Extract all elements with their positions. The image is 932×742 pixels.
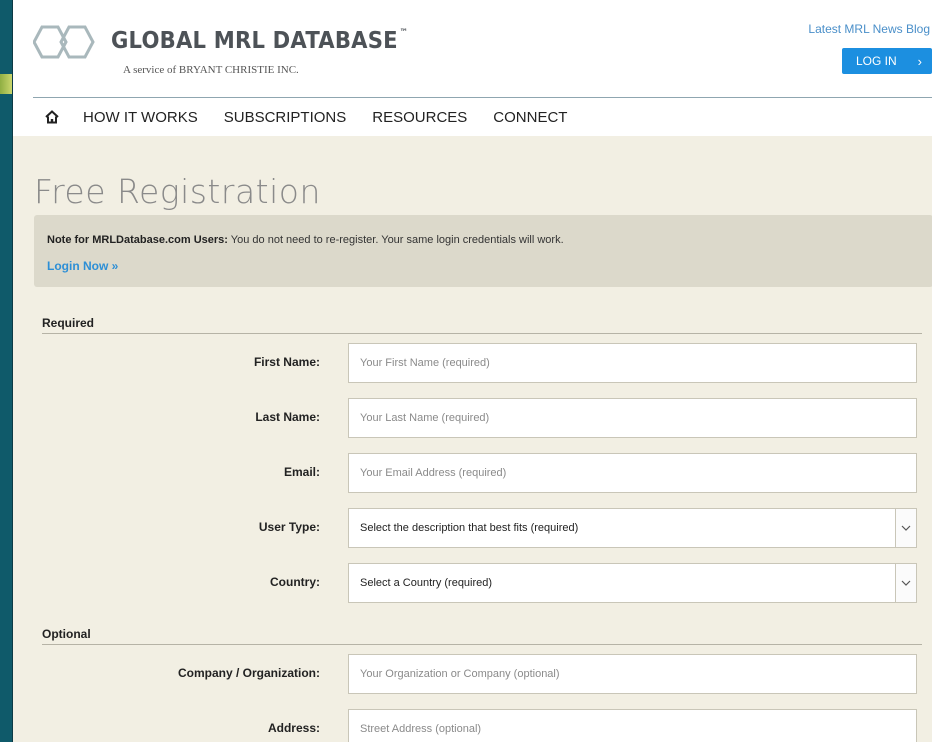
nav-resources[interactable]: RESOURCES xyxy=(372,109,467,126)
last-name-row: Last Name: Your Last Name (required) xyxy=(13,398,932,440)
country-label: Country: xyxy=(270,575,320,589)
company-input[interactable]: Your Organization or Company (optional) xyxy=(348,654,917,694)
user-type-row: User Type: Select the description that b… xyxy=(13,508,932,550)
email-row: Email: Your Email Address (required) xyxy=(13,453,932,495)
home-icon[interactable] xyxy=(45,110,59,124)
login-now-link[interactable]: Login Now » xyxy=(47,259,118,273)
nav-how-it-works[interactable]: HOW IT WORKS xyxy=(83,109,198,126)
first-name-input[interactable]: Your First Name (required) xyxy=(348,343,917,383)
main-nav: HOW IT WORKS SUBSCRIPTIONS RESOURCES CON… xyxy=(13,98,932,136)
main-content: Free Registration Note for MRLDatabase.c… xyxy=(13,136,932,742)
country-row: Country: Select a Country (required) xyxy=(13,563,932,605)
chevron-down-icon[interactable] xyxy=(895,564,916,602)
note-text: Note for MRLDatabase.com Users: You do n… xyxy=(47,234,920,246)
email-input[interactable]: Your Email Address (required) xyxy=(348,453,917,493)
user-type-selected-value: Select the description that best fits (r… xyxy=(360,522,579,534)
address-label: Address: xyxy=(267,721,320,735)
nav-subscriptions[interactable]: SUBSCRIPTIONS xyxy=(224,109,347,126)
user-type-select[interactable]: Select the description that best fits (r… xyxy=(348,508,917,548)
last-name-input[interactable]: Your Last Name (required) xyxy=(348,398,917,438)
country-selected-value: Select a Country (required) xyxy=(360,577,493,589)
country-select[interactable]: Select a Country (required) xyxy=(348,563,917,603)
first-name-label: First Name: xyxy=(253,355,320,369)
logo-subtitle: A service of BRYANT CHRISTIE INC. xyxy=(123,64,299,76)
company-label: Company / Organization: xyxy=(177,666,320,680)
email-label: Email: xyxy=(283,465,320,479)
page: GLOBAL MRL DATABASE ™ A service of BRYANT… xyxy=(12,0,932,742)
chevron-right-icon: › xyxy=(917,53,922,69)
chevron-down-icon[interactable] xyxy=(895,509,916,547)
logo-icon xyxy=(33,25,95,59)
required-section-heading: Required xyxy=(42,316,922,334)
frame-accent-stripe xyxy=(0,74,12,94)
logo-title[interactable]: GLOBAL MRL DATABASE ™ xyxy=(111,28,408,54)
user-type-label: User Type: xyxy=(258,520,320,534)
last-name-label: Last Name: xyxy=(255,410,320,424)
login-button[interactable]: LOG IN › xyxy=(842,48,932,74)
info-note: Note for MRLDatabase.com Users: You do n… xyxy=(34,215,932,287)
news-blog-link[interactable]: Latest MRL News Blog xyxy=(808,22,930,36)
optional-section-heading: Optional xyxy=(42,627,922,645)
note-message: You do not need to re-register. Your sam… xyxy=(227,234,564,246)
company-row: Company / Organization: Your Organizatio… xyxy=(13,654,932,696)
note-bold-label: Note for MRLDatabase.com Users: xyxy=(47,234,228,246)
page-title: Free Registration xyxy=(34,172,321,211)
login-button-label: LOG IN xyxy=(856,54,897,68)
site-header: GLOBAL MRL DATABASE ™ A service of BRYANT… xyxy=(13,0,932,98)
first-name-row: First Name: Your First Name (required) xyxy=(13,343,932,385)
nav-connect[interactable]: CONNECT xyxy=(493,109,567,126)
address-input[interactable]: Street Address (optional) xyxy=(348,709,917,742)
address-row: Address: Street Address (optional) xyxy=(13,709,932,742)
